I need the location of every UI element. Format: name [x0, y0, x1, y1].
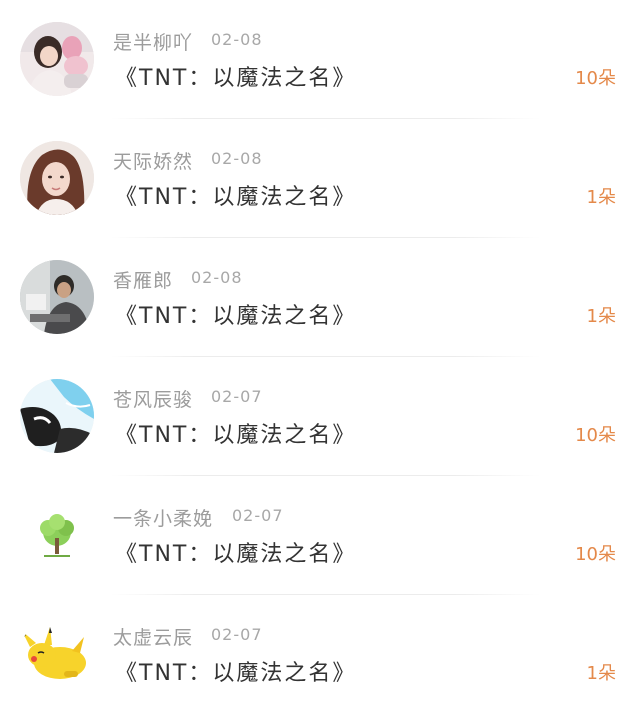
avatar[interactable] [20, 141, 94, 215]
book-title[interactable]: 《TNT：以魔法之名》 [115, 536, 356, 568]
flower-count: 1朵 [586, 663, 616, 684]
flower-count: 1朵 [586, 306, 616, 327]
book-title[interactable]: 《TNT：以魔法之名》 [115, 60, 356, 92]
user-name[interactable]: 苍风辰骏 [113, 385, 193, 412]
user-name[interactable]: 一条小柔娩 [113, 504, 213, 531]
post-date: 02-08 [191, 268, 243, 287]
user-name[interactable]: 香雁郎 [113, 266, 173, 293]
avatar[interactable] [20, 22, 94, 96]
man-at-desk-photo-icon [20, 260, 94, 334]
flower-count: 10朵 [575, 68, 616, 89]
flower-count: 10朵 [575, 425, 616, 446]
avatar[interactable] [20, 379, 94, 453]
book-title[interactable]: 《TNT：以魔法之名》 [115, 298, 356, 330]
girl-with-doll-photo-icon [20, 22, 94, 96]
book-title[interactable]: 《TNT：以魔法之名》 [115, 179, 356, 211]
post-date: 02-07 [232, 506, 284, 525]
girl-portrait-photo-icon [20, 141, 94, 215]
flower-count: 1朵 [586, 187, 616, 208]
post-date: 02-07 [211, 625, 263, 644]
pikachu-sleeping-icon [20, 617, 94, 691]
list-item[interactable]: 是半柳吖 02-08 《TNT：以魔法之名》 10朵 [0, 0, 640, 119]
green-tree-icon [20, 498, 94, 572]
list-item[interactable]: 一条小柔娩 02-07 《TNT：以魔法之名》 10朵 [0, 476, 640, 595]
avatar[interactable] [20, 260, 94, 334]
post-date: 02-08 [211, 149, 263, 168]
avatar[interactable] [20, 617, 94, 691]
user-name[interactable]: 是半柳吖 [113, 28, 193, 55]
post-date: 02-07 [211, 387, 263, 406]
gift-list: 是半柳吖 02-08 《TNT：以魔法之名》 10朵 天际娇然 02-08 《T… [0, 0, 640, 710]
list-item[interactable]: 香雁郎 02-08 《TNT：以魔法之名》 1朵 [0, 238, 640, 357]
list-item[interactable]: 太虚云辰 02-07 《TNT：以魔法之名》 1朵 [0, 595, 640, 714]
avatar[interactable] [20, 498, 94, 572]
list-item[interactable]: 天际娇然 02-08 《TNT：以魔法之名》 1朵 [0, 119, 640, 238]
book-title[interactable]: 《TNT：以魔法之名》 [115, 417, 356, 449]
user-name[interactable]: 太虚云辰 [113, 623, 193, 650]
flower-count: 10朵 [575, 544, 616, 565]
list-item[interactable]: 苍风辰骏 02-07 《TNT：以魔法之名》 10朵 [0, 357, 640, 476]
anime-art-blue-icon [20, 379, 94, 453]
book-title[interactable]: 《TNT：以魔法之名》 [115, 655, 356, 687]
post-date: 02-08 [211, 30, 263, 49]
user-name[interactable]: 天际娇然 [113, 147, 193, 174]
